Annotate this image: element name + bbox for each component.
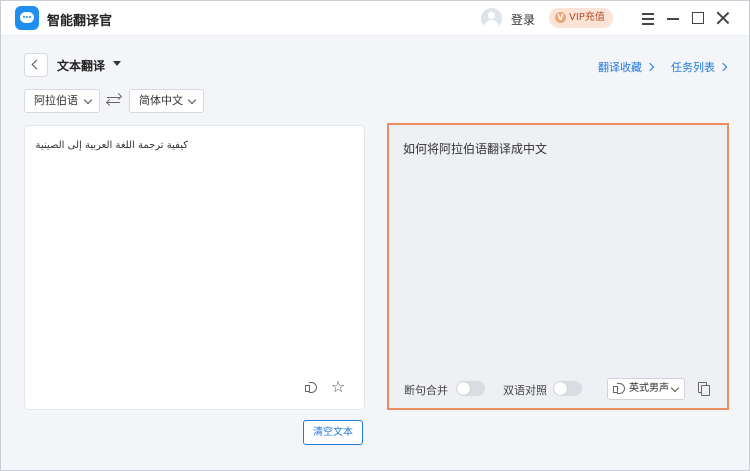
translation-result-text: 如何将阿拉伯语翻译成中文: [403, 142, 548, 156]
chevron-right-icon: [718, 62, 728, 72]
mode-selector-label[interactable]: 文本翻译: [57, 57, 105, 74]
bilingual-toggle[interactable]: [553, 381, 582, 396]
star-icon[interactable]: ☆: [331, 379, 345, 395]
favorites-link-label: 翻译收藏: [598, 61, 642, 74]
chevron-down-icon: [83, 95, 93, 105]
caret-down-icon[interactable]: [113, 61, 121, 66]
source-language-select[interactable]: 阿拉伯语: [24, 89, 100, 113]
task-list-link-label: 任务列表: [671, 61, 715, 74]
minimize-icon[interactable]: [664, 9, 682, 27]
merge-sentences-label: 断句合并: [404, 384, 448, 397]
merge-sentences-toggle[interactable]: [456, 381, 485, 396]
clear-text-button[interactable]: 清空文本: [303, 420, 363, 445]
target-language-value: 简体中文: [139, 94, 183, 107]
vip-recharge-button[interactable]: V VIP充值: [549, 8, 613, 28]
source-text-input[interactable]: كيفية ترجمة اللغة العربية إلى الصينية: [36, 140, 188, 151]
user-avatar-icon[interactable]: [481, 8, 502, 29]
title-bar: 智能翻译官 登录 V VIP充值: [1, 1, 749, 36]
favorites-link[interactable]: 翻译收藏: [598, 59, 655, 75]
app-title: 智能翻译官: [47, 14, 113, 29]
chevron-right-icon: [645, 62, 655, 72]
chevron-down-icon: [670, 383, 680, 393]
source-language-value: 阿拉伯语: [34, 94, 78, 107]
source-text-panel[interactable]: كيفية ترجمة اللغة العربية إلى الصينية ☆: [24, 125, 365, 410]
vip-icon: V: [555, 12, 566, 23]
login-link[interactable]: 登录: [511, 11, 535, 28]
voice-value: 英式男声: [629, 383, 669, 394]
chevron-down-icon: [187, 95, 197, 105]
speaker-icon[interactable]: [305, 382, 319, 394]
swap-languages-icon[interactable]: [105, 92, 123, 107]
voice-select[interactable]: 英式男声: [607, 378, 685, 400]
bilingual-label: 双语对照: [503, 384, 547, 397]
vip-label: VIP充值: [569, 12, 605, 23]
task-list-link[interactable]: 任务列表: [671, 59, 728, 75]
menu-icon[interactable]: [639, 9, 657, 27]
copy-icon[interactable]: [698, 382, 710, 396]
target-language-select[interactable]: 简体中文: [129, 89, 204, 113]
speaker-icon: [613, 383, 627, 395]
close-icon[interactable]: [714, 9, 732, 27]
translation-result-panel: 如何将阿拉伯语翻译成中文 断句合并 双语对照 英式男声: [387, 123, 729, 410]
maximize-icon[interactable]: [689, 9, 707, 27]
app-logo-icon: [15, 6, 39, 30]
app-window: 智能翻译官 登录 V VIP充值 文本翻译 翻译收藏 任务列表 阿拉伯语 简体中…: [0, 0, 750, 471]
back-button[interactable]: [24, 53, 48, 77]
